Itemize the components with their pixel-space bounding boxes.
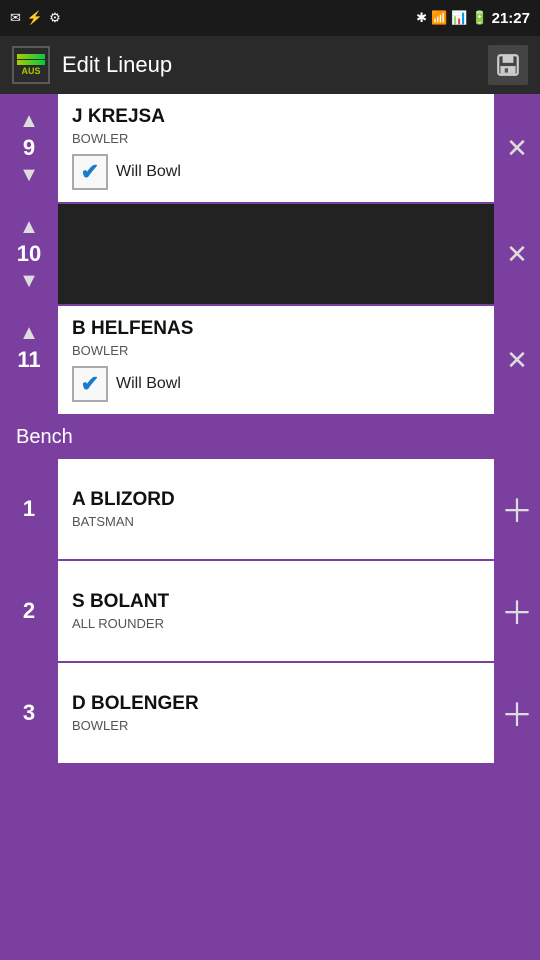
signal-icon: 📊 [451, 10, 467, 26]
player-11-role: BOWLER [72, 343, 480, 358]
player-card-11: B HELFENAS BOWLER ✔ Will Bowl [58, 306, 494, 414]
bench-1-role: BATSMAN [72, 514, 480, 529]
bench-label: Bench [16, 426, 73, 448]
status-bar-right: ✱ 📶 📊 🔋 21:27 [416, 10, 530, 27]
add-bench-1-button[interactable]: ＋ [494, 459, 540, 559]
row-9-number: 9 [23, 135, 35, 161]
bench-row-2: 2 S BOLANT ALL ROUNDER ＋ [0, 561, 540, 661]
lineup-section: ▲ 9 ▼ J KREJSA BOWLER ✔ Will Bowl ✕ [0, 94, 540, 414]
bench-1-name: A BLIZORD [72, 489, 480, 511]
header: AUS Edit Lineup [0, 36, 540, 94]
row-11-up-button[interactable]: ▲ [17, 321, 41, 345]
bench-3-name: D BOLENGER [72, 693, 480, 715]
wifi-icon: 📶 [431, 10, 447, 26]
usb-icon: ⚡ [27, 10, 43, 26]
row-10-up-button[interactable]: ▲ [17, 215, 41, 239]
bench-2-name: S BOLANT [72, 591, 480, 613]
player-card-10-empty [58, 204, 494, 304]
player-card-9: J KREJSA BOWLER ✔ Will Bowl [58, 94, 494, 202]
lineup-row-9: ▲ 9 ▼ J KREJSA BOWLER ✔ Will Bowl ✕ [0, 94, 540, 202]
bench-3-number: 3 [0, 663, 58, 763]
add-bench-3-button[interactable]: ＋ [494, 663, 540, 763]
row-11-number: 11 [17, 347, 40, 373]
bench-3-role: BOWLER [72, 718, 480, 733]
remove-11-button[interactable]: ✕ [494, 306, 540, 414]
logo-text: AUS [21, 66, 40, 76]
bench-header: Bench [0, 416, 540, 459]
settings-icon: ⚙ [49, 10, 61, 26]
status-bar-left: ✉ ⚡ ⚙ [10, 10, 61, 26]
row-10-controls: ▲ 10 ▼ [0, 204, 58, 304]
will-bowl-area-11: ✔ Will Bowl [72, 366, 480, 402]
battery-icon: 🔋 [471, 10, 487, 26]
team-logo: AUS [12, 46, 50, 84]
bench-1-number: 1 [0, 459, 58, 559]
bluetooth-icon: ✱ [416, 10, 427, 26]
logo-stripe-2 [17, 60, 45, 65]
add-bench-3-icon: ＋ [501, 690, 533, 736]
row-9-down-button[interactable]: ▼ [17, 163, 41, 187]
bench-section: Bench 1 A BLIZORD BATSMAN ＋ 2 S BOLANT A… [0, 416, 540, 763]
row-10-number: 10 [17, 241, 41, 267]
page-title: Edit Lineup [62, 52, 476, 78]
remove-10-button[interactable]: ✕ [494, 204, 540, 304]
lineup-row-11: ▲ 11 ▼ B HELFENAS BOWLER ✔ Will Bowl ✕ [0, 306, 540, 414]
bench-2-number: 2 [0, 561, 58, 661]
email-icon: ✉ [10, 10, 21, 26]
add-bench-2-icon: ＋ [501, 588, 533, 634]
add-bench-1-icon: ＋ [501, 486, 533, 532]
will-bowl-label-9: Will Bowl [116, 163, 181, 181]
status-time: 21:27 [492, 10, 530, 27]
will-bowl-area-9: ✔ Will Bowl [72, 154, 480, 190]
bench-row-1: 1 A BLIZORD BATSMAN ＋ [0, 459, 540, 559]
logo-stripe [17, 54, 45, 59]
player-9-role: BOWLER [72, 131, 480, 146]
row-11-controls: ▲ 11 ▼ [0, 306, 58, 414]
bench-row-3: 3 D BOLENGER BOWLER ＋ [0, 663, 540, 763]
will-bowl-checkbox-11[interactable]: ✔ [72, 366, 108, 402]
bench-card-3: D BOLENGER BOWLER [58, 663, 494, 763]
add-bench-2-button[interactable]: ＋ [494, 561, 540, 661]
remove-9-button[interactable]: ✕ [494, 94, 540, 202]
remove-11-icon: ✕ [506, 345, 528, 376]
will-bowl-label-11: Will Bowl [116, 375, 181, 393]
remove-10-icon: ✕ [506, 239, 528, 270]
checkmark-11: ✔ [81, 371, 99, 397]
checkmark-9: ✔ [81, 159, 99, 185]
player-9-name: J KREJSA [72, 106, 480, 128]
save-button[interactable] [488, 45, 528, 85]
bench-card-2: S BOLANT ALL ROUNDER [58, 561, 494, 661]
bench-2-role: ALL ROUNDER [72, 616, 480, 631]
lineup-row-10: ▲ 10 ▼ ✕ [0, 204, 540, 304]
save-icon [495, 52, 521, 78]
player-11-name: B HELFENAS [72, 318, 480, 340]
row-10-down-button[interactable]: ▼ [17, 269, 41, 293]
row-9-up-button[interactable]: ▲ [17, 109, 41, 133]
row-9-controls: ▲ 9 ▼ [0, 94, 58, 202]
remove-9-icon: ✕ [506, 133, 528, 164]
will-bowl-checkbox-9[interactable]: ✔ [72, 154, 108, 190]
content-area: ▲ 9 ▼ J KREJSA BOWLER ✔ Will Bowl ✕ [0, 94, 540, 960]
status-bar: ✉ ⚡ ⚙ ✱ 📶 📊 🔋 21:27 [0, 0, 540, 36]
bench-card-1: A BLIZORD BATSMAN [58, 459, 494, 559]
